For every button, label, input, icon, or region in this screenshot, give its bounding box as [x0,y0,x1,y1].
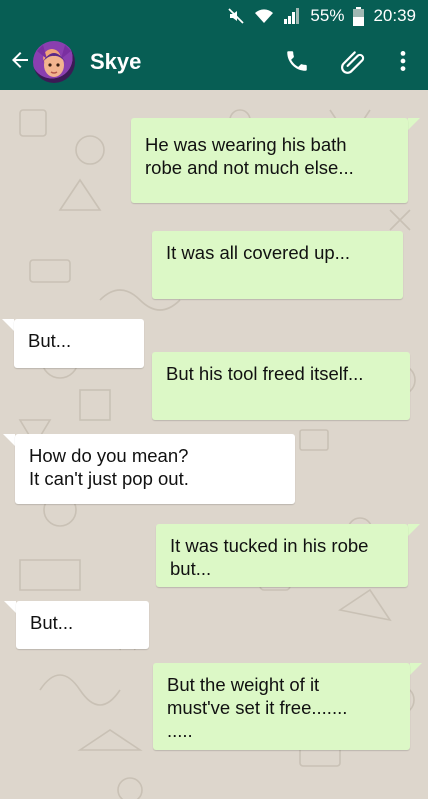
message-outgoing[interactable]: It was tucked in his robe but... [156,524,408,587]
paperclip-icon[interactable] [340,48,366,74]
chat-header: Skye [0,32,428,90]
bubble-tail [408,524,420,536]
battery-icon [353,6,365,26]
wifi-icon [255,9,274,23]
avatar-portrait-icon [37,45,71,77]
message-outgoing[interactable]: He was wearing his bath robe and not muc… [131,118,408,203]
status-bar: 55% 20:39 [0,0,428,32]
message-outgoing[interactable]: But his tool freed itself... [152,352,410,420]
bubble-tail [410,663,422,675]
bubble-tail [2,319,14,331]
bubble-tail [3,434,15,446]
message-incoming[interactable]: But... [16,601,149,649]
back-arrow-icon[interactable] [8,48,32,72]
chat-area[interactable]: He was wearing his bath robe and not muc… [0,90,428,799]
contact-name[interactable]: Skye [90,49,141,75]
mute-icon [228,8,245,24]
bubble-tail [4,601,16,613]
clock: 20:39 [373,6,416,25]
phone-icon[interactable] [284,48,310,74]
signal-icon [284,8,300,24]
message-incoming[interactable]: How do you mean? It can't just pop out. [15,434,295,504]
avatar[interactable] [33,41,75,83]
message-outgoing[interactable]: It was all covered up... [152,231,403,299]
message-outgoing[interactable]: But the weight of it must've set it free… [153,663,410,750]
message-incoming[interactable]: But... [14,319,144,368]
more-vert-icon[interactable] [390,48,416,74]
bubble-tail [408,118,420,130]
battery-percent: 55% [310,6,345,25]
